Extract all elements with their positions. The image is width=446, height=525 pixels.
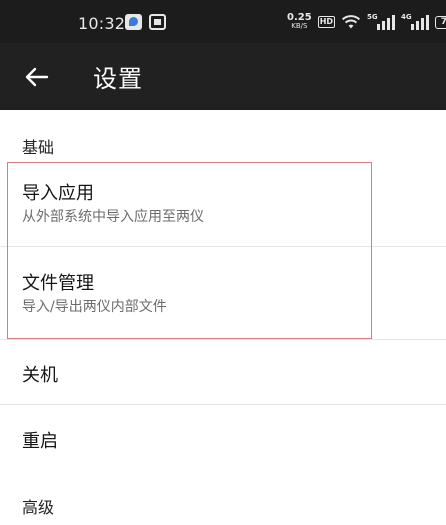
hd-badge: HD: [317, 16, 336, 28]
section-header-basic: 基础: [22, 138, 55, 157]
item-title: 导入应用: [22, 183, 94, 204]
settings-item-file-manage[interactable]: 文件管理 导入/导出两仪内部文件: [0, 247, 446, 337]
signal-5g-icon: 5G: [367, 13, 396, 30]
notification-image-icon: [149, 14, 166, 30]
signal-5g-label: 5G: [367, 13, 378, 21]
wifi-icon: [341, 15, 361, 29]
status-time: 10:32: [78, 14, 126, 33]
page-title: 设置: [93, 65, 143, 93]
settings-item-import-app[interactable]: 导入应用 从外部系统中导入应用至两仪: [0, 164, 446, 246]
signal-4g-label: 4G: [401, 13, 412, 21]
status-indicators: 0.25 KB/S HD 5G 4G 71: [287, 12, 446, 32]
section-header-advanced: 高级: [22, 498, 55, 517]
battery-icon: 71: [435, 15, 446, 29]
settings-item-reboot[interactable]: 重启: [0, 405, 446, 471]
arrow-left-icon[interactable]: [24, 65, 50, 89]
network-speed: 0.25 KB/S: [287, 12, 312, 31]
item-subtitle: 从外部系统中导入应用至两仪: [22, 209, 204, 225]
item-title: 关机: [22, 365, 58, 386]
signal-4g-icon: 4G: [401, 13, 430, 30]
network-speed-value: 0.25: [287, 12, 312, 23]
settings-item-shutdown[interactable]: 关机: [0, 340, 446, 404]
item-title: 重启: [22, 431, 58, 452]
app-bar: 设置: [0, 43, 446, 110]
status-bar: 10:32 0.25 KB/S HD 5G 4G 71: [0, 0, 446, 43]
notification-app-icon: [125, 14, 142, 30]
network-speed-unit: KB/S: [291, 22, 308, 30]
item-title: 文件管理: [22, 273, 94, 294]
item-subtitle: 导入/导出两仪内部文件: [22, 299, 167, 315]
